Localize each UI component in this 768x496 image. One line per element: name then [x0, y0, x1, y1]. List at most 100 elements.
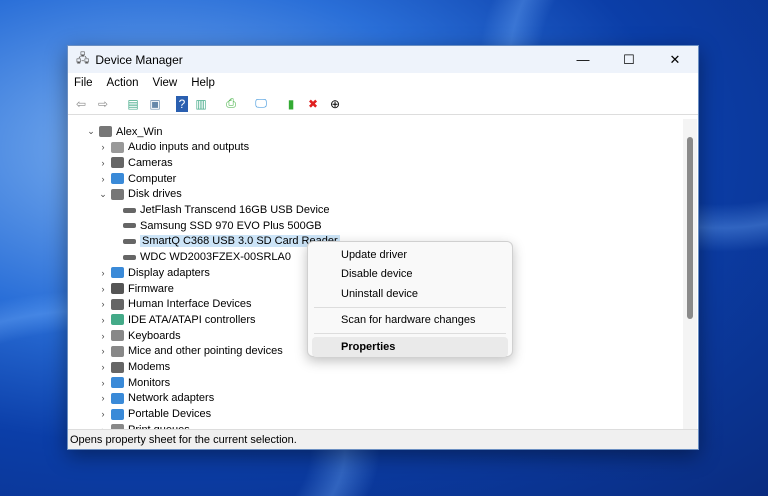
action-pane-icon[interactable]: ▥: [192, 96, 210, 112]
tree-label: Monitors: [128, 376, 171, 389]
tree-label: Samsung SSD 970 EVO Plus 500GB: [140, 219, 322, 232]
device-category-icon: [123, 238, 136, 244]
tree-node[interactable]: › IDE ATA/ATAPI controllers: [98, 312, 256, 327]
tree-node[interactable]: › Modems: [98, 360, 171, 375]
help-icon[interactable]: ?: [176, 95, 188, 112]
tree-node[interactable]: › Cameras: [98, 155, 173, 170]
status-text: Opens property sheet for the current sel…: [70, 433, 297, 446]
tree-label: WDC WD2003FZEX-00SRLA0: [140, 251, 291, 264]
enable-device-icon[interactable]: ▮: [282, 96, 300, 112]
tree-label: Modems: [128, 361, 171, 373]
chevron-right-icon[interactable]: ›: [98, 393, 108, 403]
menu-action[interactable]: Action: [107, 77, 139, 89]
tree-node[interactable]: › Human Interface Devices: [98, 297, 252, 312]
tree-node[interactable]: › Portable Devices: [98, 407, 212, 422]
device-item[interactable]: Samsung SSD 970 EVO Plus 500GB: [110, 218, 322, 233]
minimize-button[interactable]: —: [560, 52, 606, 68]
tree-label: Human Interface Devices: [128, 298, 252, 311]
device-category-icon: [111, 188, 124, 200]
device-category-icon: [111, 314, 124, 326]
device-category-icon: [99, 126, 112, 137]
device-item[interactable]: WDC WD2003FZEX-00SRLA0: [110, 250, 291, 265]
close-button[interactable]: ✕: [652, 52, 698, 68]
menu-separator: [314, 306, 506, 308]
menu-item-scan-hardware[interactable]: Scan for hardware changes: [312, 311, 508, 331]
chevron-right-icon[interactable]: ›: [98, 378, 108, 388]
tree-label: Computer: [128, 172, 177, 185]
tree-node[interactable]: › Firmware: [98, 281, 174, 296]
device-category-icon: [111, 283, 124, 294]
tree-node[interactable]: › Network adapters: [98, 391, 215, 406]
tree-label: Portable Devices: [128, 408, 212, 421]
menu-item-uninstall-device[interactable]: Uninstall device: [312, 284, 508, 304]
chevron-right-icon[interactable]: ›: [98, 315, 108, 325]
context-menu: Update driver Disable device Uninstall d…: [307, 241, 513, 357]
tree-node[interactable]: ⌄ Disk drives: [98, 187, 182, 202]
device-category-icon: [111, 361, 124, 373]
tree-label: Alex_Win: [116, 125, 163, 138]
menu-help[interactable]: Help: [191, 77, 215, 89]
vertical-scrollbar[interactable]: [683, 119, 697, 430]
update-driver-icon[interactable]: ⎙: [222, 96, 240, 112]
tree-node[interactable]: › Keyboards: [98, 328, 181, 343]
tree-label: Disk drives: [128, 188, 182, 201]
properties-icon[interactable]: ▣: [146, 96, 164, 112]
tree-label: Mice and other pointing devices: [128, 345, 283, 358]
title-bar[interactable]: 🖧 Device Manager — ☐ ✕: [68, 46, 698, 73]
device-category-icon: [111, 141, 124, 153]
tree-node[interactable]: › Display adapters: [98, 265, 210, 280]
tree-node[interactable]: › Monitors: [98, 375, 171, 390]
menu-file[interactable]: File: [74, 77, 93, 89]
tree-node[interactable]: ⌄ Alex_Win: [86, 124, 162, 139]
scrollbar-thumb[interactable]: [687, 137, 693, 319]
chevron-right-icon[interactable]: ›: [98, 362, 108, 372]
menu-view[interactable]: View: [153, 77, 178, 89]
menu-item-update-driver[interactable]: Update driver: [312, 245, 508, 265]
tree-label: Display adapters: [128, 266, 210, 279]
back-icon[interactable]: ⇦: [72, 96, 90, 112]
tree-label: Keyboards: [128, 329, 181, 342]
chevron-right-icon[interactable]: ›: [98, 158, 108, 168]
device-category-icon: [123, 223, 136, 229]
chevron-right-icon[interactable]: ›: [98, 284, 108, 294]
device-item[interactable]: SmartQ C368 USB 3.0 SD Card Reader: [110, 234, 340, 249]
device-item[interactable]: JetFlash Transcend 16GB USB Device: [110, 203, 330, 218]
menu-bar: File Action View Help: [68, 73, 698, 93]
uninstall-icon[interactable]: ✖: [304, 96, 322, 112]
chevron-right-icon[interactable]: ›: [98, 142, 108, 152]
device-category-icon: [111, 392, 124, 404]
tree-label: JetFlash Transcend 16GB USB Device: [140, 204, 330, 216]
tree-node[interactable]: › Audio inputs and outputs: [98, 140, 250, 155]
chevron-down-icon[interactable]: ⌄: [98, 189, 108, 200]
tree-label: Firmware: [128, 282, 174, 295]
device-category-icon: [111, 345, 124, 357]
chevron-right-icon[interactable]: ›: [98, 331, 108, 341]
device-category-icon: [111, 408, 124, 420]
chevron-right-icon[interactable]: ›: [98, 174, 108, 184]
tree-label: Network adapters: [128, 392, 215, 405]
window-title: Device Manager: [95, 52, 183, 67]
device-category-icon: [111, 377, 124, 389]
device-category-icon: [111, 330, 124, 342]
device-category-icon: [111, 157, 124, 169]
forward-icon[interactable]: ⇨: [94, 96, 112, 112]
chevron-down-icon[interactable]: ⌄: [86, 126, 96, 137]
menu-item-disable-device[interactable]: Disable device: [312, 265, 508, 285]
device-category-icon: [111, 173, 124, 185]
chevron-right-icon[interactable]: ›: [98, 346, 108, 356]
scan-hardware-icon[interactable]: 🖵: [252, 96, 270, 112]
maximize-button[interactable]: ☐: [606, 52, 652, 68]
chevron-right-icon[interactable]: ›: [98, 268, 108, 278]
tree-node[interactable]: › Computer: [98, 171, 177, 186]
device-category-icon: [123, 207, 136, 213]
device-category-icon: [123, 254, 136, 260]
chevron-right-icon[interactable]: ›: [98, 299, 108, 309]
menu-item-properties[interactable]: Properties: [312, 337, 508, 357]
tree-node[interactable]: › Mice and other pointing devices: [98, 344, 283, 359]
chevron-right-icon[interactable]: ›: [98, 409, 108, 419]
status-bar: Opens property sheet for the current sel…: [68, 429, 698, 449]
show-hide-console-tree-icon[interactable]: ▤: [124, 96, 142, 112]
device-category-icon: [111, 267, 124, 279]
device-manager-icon: 🖧: [76, 51, 90, 65]
disable-device-icon[interactable]: ⊕: [326, 96, 344, 112]
